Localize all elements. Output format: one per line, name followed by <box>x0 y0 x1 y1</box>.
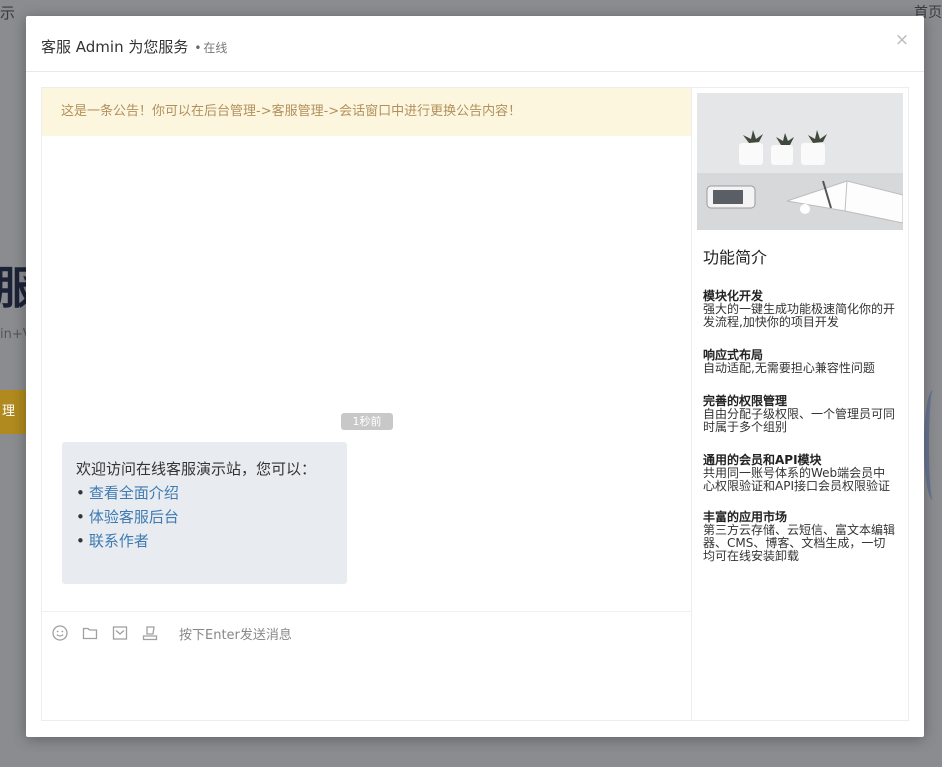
sidebar-title: 功能简介 <box>703 248 768 267</box>
modal-header: 客服 Admin 为您服务 • 在线 × <box>26 16 924 72</box>
link-introduction[interactable]: 查看全面介绍 <box>89 484 179 502</box>
online-status: 在线 <box>203 41 228 55</box>
bullet: • <box>76 508 85 526</box>
message-input[interactable]: 按下Enter发送消息 <box>179 624 292 643</box>
feature-sidebar: 功能简介 模块化开发 强大的一键生成功能极速简化你的开发流程,加快你的项目开发 … <box>697 93 904 713</box>
feature-item: 响应式布局 自动适配,无需要担心兼容性问题 <box>703 349 895 375</box>
link-contact-author[interactable]: 联系作者 <box>89 532 149 550</box>
modal-title: 客服 Admin 为您服务 • 在线 <box>41 36 227 57</box>
bullet: • <box>76 484 85 502</box>
feature-desc: 强大的一键生成功能极速简化你的开发流程,加快你的项目开发 <box>703 302 896 329</box>
modal-title-text: 客服 Admin 为您服务 <box>41 38 189 56</box>
bullet: • <box>76 532 85 550</box>
status-dot: • <box>194 41 202 55</box>
message-toolbar: 按下Enter发送消息 <box>42 611 691 651</box>
feature-item: 完善的权限管理 自由分配子级权限、一个管理员可同时属于多个组别 <box>703 395 895 434</box>
message-intro: 欢迎访问在线客服演示站，您可以： <box>76 460 317 478</box>
sidebar-banner-image <box>697 93 903 230</box>
feature-item: 通用的会员和API模块 共用同一账号体系的Web端会员中心权限验证和API接口会… <box>703 454 895 493</box>
link-admin-demo[interactable]: 体验客服后台 <box>89 508 179 526</box>
feature-desc: 自由分配子级权限、一个管理员可同时属于多个组别 <box>703 407 896 434</box>
feature-desc: 自动适配,无需要担心兼容性问题 <box>703 361 875 375</box>
message-link-row: • 体验客服后台 <box>76 505 335 529</box>
chat-modal: 客服 Admin 为您服务 • 在线 × 这是一条公告！你可以在后台管理->客服管理… <box>26 16 924 737</box>
message-time: 1秒前 <box>341 413 393 430</box>
evaluate-icon[interactable] <box>142 625 158 641</box>
background-nav-text: 示 <box>0 4 16 22</box>
message-link-row: • 联系作者 <box>76 529 335 553</box>
feature-desc: 第三方云存储、云短信、富文本编辑器、CMS、博客、文档生成，一切均可在线安装卸载 <box>703 523 896 563</box>
chat-main-panel: 这是一条公告！你可以在后台管理->客服管理->会话窗口中进行更换公告内容！ 1秒… <box>42 88 692 720</box>
close-button[interactable]: × <box>894 30 910 50</box>
background-button: 理 <box>0 390 26 434</box>
message-bubble: 欢迎访问在线客服演示站，您可以： • 查看全面介绍 • 体验客服后台 • 联系作者 <box>62 442 347 584</box>
folder-icon[interactable] <box>82 625 98 641</box>
feature-item: 丰富的应用市场 第三方云存储、云短信、富文本编辑器、CMS、博客、文档生成，一切… <box>703 511 895 563</box>
background-decoration <box>924 390 942 500</box>
image-icon[interactable] <box>112 625 128 641</box>
message-link-row: • 查看全面介绍 <box>76 481 335 505</box>
feature-item: 模块化开发 强大的一键生成功能极速简化你的开发流程,加快你的项目开发 <box>703 290 895 329</box>
feature-desc: 共用同一账号体系的Web端会员中心权限验证和API接口会员权限验证 <box>703 466 890 493</box>
notice-banner: 这是一条公告！你可以在后台管理->客服管理->会话窗口中进行更换公告内容！ <box>42 88 691 136</box>
smile-icon[interactable] <box>52 625 68 641</box>
chat-container: 这是一条公告！你可以在后台管理->客服管理->会话窗口中进行更换公告内容！ 1秒… <box>41 87 909 721</box>
